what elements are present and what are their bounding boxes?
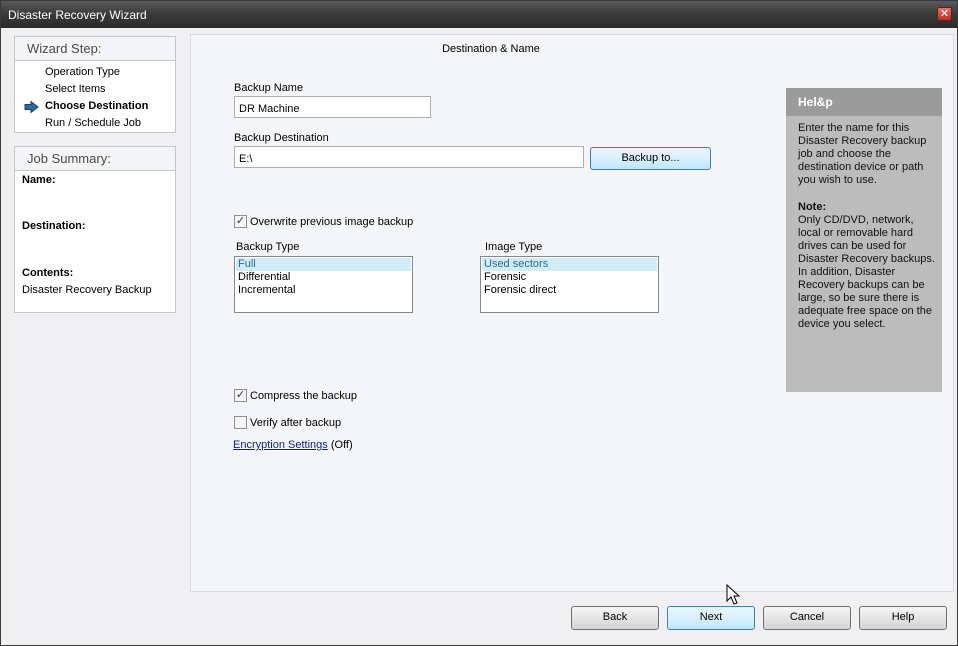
step-run-schedule-job: Run / Schedule Job <box>15 115 175 132</box>
cancel-button[interactable]: Cancel <box>763 606 851 630</box>
summary-contents-value: Disaster Recovery Backup <box>22 284 152 296</box>
backup-type-label: Backup Type <box>236 241 300 253</box>
encryption-settings: Encryption Settings (Off) <box>233 439 353 451</box>
help-note-text: Only CD/DVD, network, local or removable… <box>798 214 935 330</box>
list-item[interactable]: Full <box>236 258 411 271</box>
list-item[interactable]: Forensic direct <box>482 284 657 297</box>
step-choose-destination: Choose Destination <box>15 98 175 115</box>
mouse-cursor-icon <box>726 584 741 605</box>
job-summary-header: Job Summary: <box>15 147 175 171</box>
wizard-step-panel: Wizard Step: Operation Type Select Items… <box>14 36 176 133</box>
client-area: Wizard Step: Operation Type Select Items… <box>5 28 954 641</box>
page-title: Destination & Name <box>442 43 540 55</box>
wizard-step-list: Operation Type Select Items Choose Desti… <box>15 61 175 132</box>
help-note-title: Note: <box>798 201 827 213</box>
help-body: Enter the name for this Disaster Recover… <box>786 116 942 331</box>
encryption-status: (Off) <box>330 439 353 451</box>
verify-checkbox[interactable] <box>234 416 247 429</box>
current-step-arrow-icon <box>24 101 39 113</box>
title-bar[interactable]: Disaster Recovery Wizard ✕ <box>1 1 957 28</box>
backup-destination-input[interactable] <box>234 146 584 168</box>
encryption-settings-link[interactable]: Encryption Settings <box>233 439 328 451</box>
backup-destination-label: Backup Destination <box>234 132 329 144</box>
step-select-items: Select Items <box>15 81 175 98</box>
backup-name-label: Backup Name <box>234 82 304 94</box>
overwrite-label: Overwrite previous image backup <box>250 216 414 228</box>
backup-to-button[interactable]: Backup to... <box>590 147 711 170</box>
help-text: Enter the name for this Disaster Recover… <box>798 122 927 186</box>
image-type-label: Image Type <box>485 241 543 253</box>
help-button[interactable]: Help <box>859 606 947 630</box>
compress-label: Compress the backup <box>250 390 357 402</box>
list-item[interactable]: Forensic <box>482 271 657 284</box>
compress-checkbox[interactable]: ✓ <box>234 389 247 402</box>
help-title: Hel&p <box>786 88 942 116</box>
step-label: Run / Schedule Job <box>45 117 142 129</box>
step-label: Operation Type <box>45 66 121 78</box>
step-label: Choose Destination <box>45 100 149 112</box>
next-button[interactable]: Next <box>667 606 755 630</box>
list-item[interactable]: Used sectors <box>482 258 657 271</box>
verify-label: Verify after backup <box>250 417 342 429</box>
summary-name-label: Name: <box>22 174 56 186</box>
step-operation-type: Operation Type <box>15 64 175 81</box>
image-type-list[interactable]: Used sectors Forensic Forensic direct <box>480 256 659 313</box>
job-summary-panel: Job Summary: Name: Destination: Contents… <box>14 146 176 313</box>
backup-type-list[interactable]: Full Differential Incremental <box>234 256 413 313</box>
close-icon[interactable]: ✕ <box>937 7 952 21</box>
summary-destination-label: Destination: <box>22 220 86 232</box>
summary-contents-label: Contents: <box>22 267 74 279</box>
wizard-window: Disaster Recovery Wizard ✕ Wizard Step: … <box>0 0 958 646</box>
step-label: Select Items <box>45 83 106 95</box>
wizard-step-header: Wizard Step: <box>15 37 175 61</box>
back-button[interactable]: Back <box>571 606 659 630</box>
backup-name-input[interactable] <box>234 96 431 118</box>
help-panel: Hel&p Enter the name for this Disaster R… <box>786 88 942 392</box>
overwrite-checkbox[interactable]: ✓ <box>234 215 247 228</box>
list-item[interactable]: Differential <box>236 271 411 284</box>
list-item[interactable]: Incremental <box>236 284 411 297</box>
window-title: Disaster Recovery Wizard <box>8 8 147 22</box>
